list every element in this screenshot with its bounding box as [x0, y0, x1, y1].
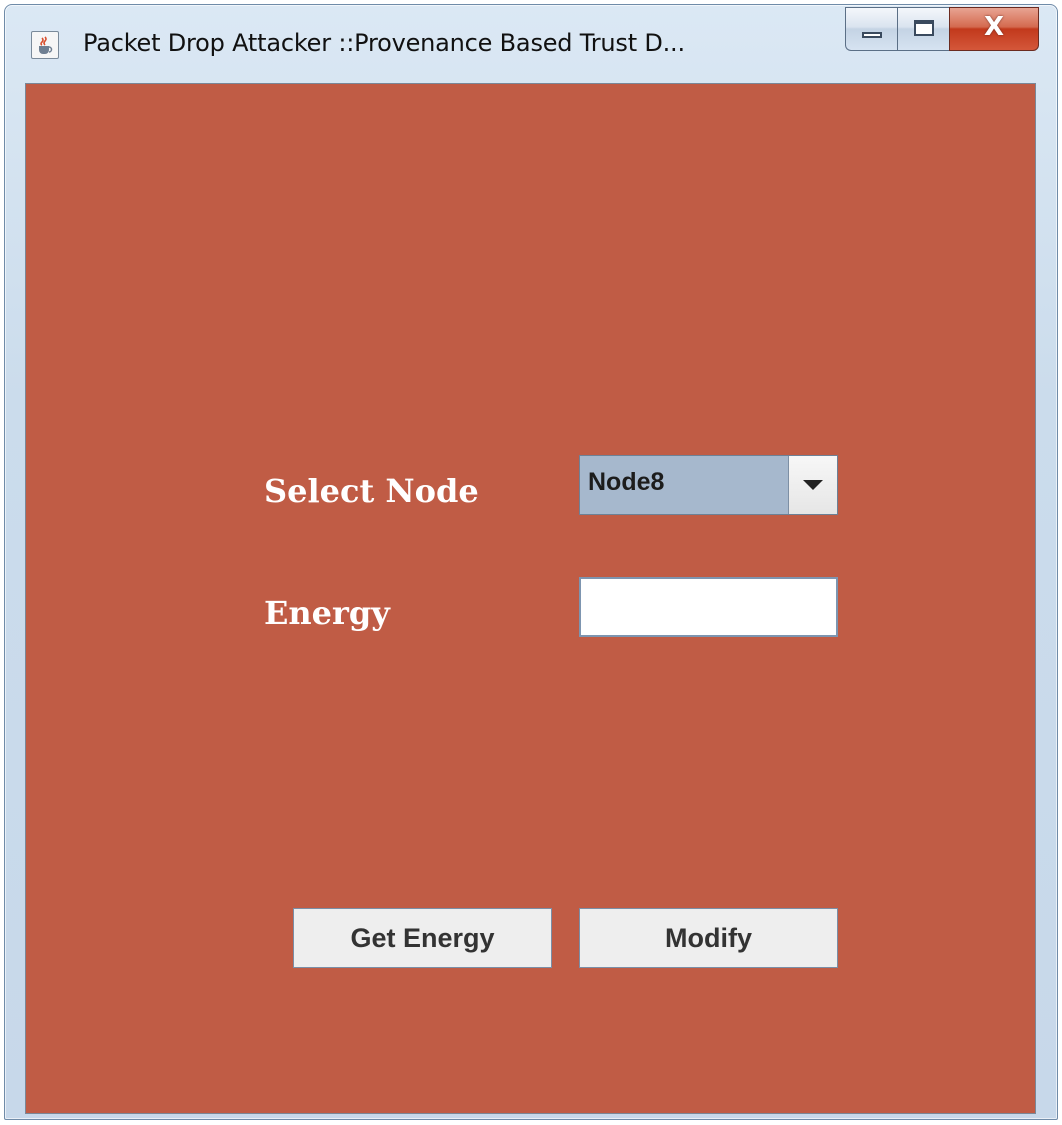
energy-input[interactable] — [579, 577, 838, 637]
form-panel: Select Node Node8 Energy Get Energy Modi… — [25, 83, 1036, 1114]
title-bar[interactable]: Packet Drop Attacker ::Provenance Based … — [5, 5, 1057, 83]
node-select[interactable]: Node8 — [579, 455, 838, 515]
select-node-label: Select Node — [264, 472, 479, 510]
window-controls: X — [845, 7, 1039, 53]
modify-button[interactable]: Modify — [579, 908, 838, 968]
minimize-icon — [862, 32, 882, 38]
chevron-down-icon — [803, 480, 823, 490]
window-title: Packet Drop Attacker ::Provenance Based … — [83, 29, 685, 57]
node-select-value[interactable]: Node8 — [580, 456, 789, 514]
dropdown-arrow-button[interactable] — [789, 456, 837, 514]
maximize-icon — [914, 20, 934, 36]
java-cup-icon[interactable] — [31, 31, 59, 59]
close-icon: X — [983, 12, 1005, 42]
close-button[interactable]: X — [949, 7, 1039, 51]
energy-label: Energy — [264, 594, 390, 632]
maximize-button[interactable] — [897, 7, 949, 51]
minimize-button[interactable] — [845, 7, 897, 51]
get-energy-button[interactable]: Get Energy — [293, 908, 552, 968]
application-window: Packet Drop Attacker ::Provenance Based … — [4, 4, 1058, 1120]
